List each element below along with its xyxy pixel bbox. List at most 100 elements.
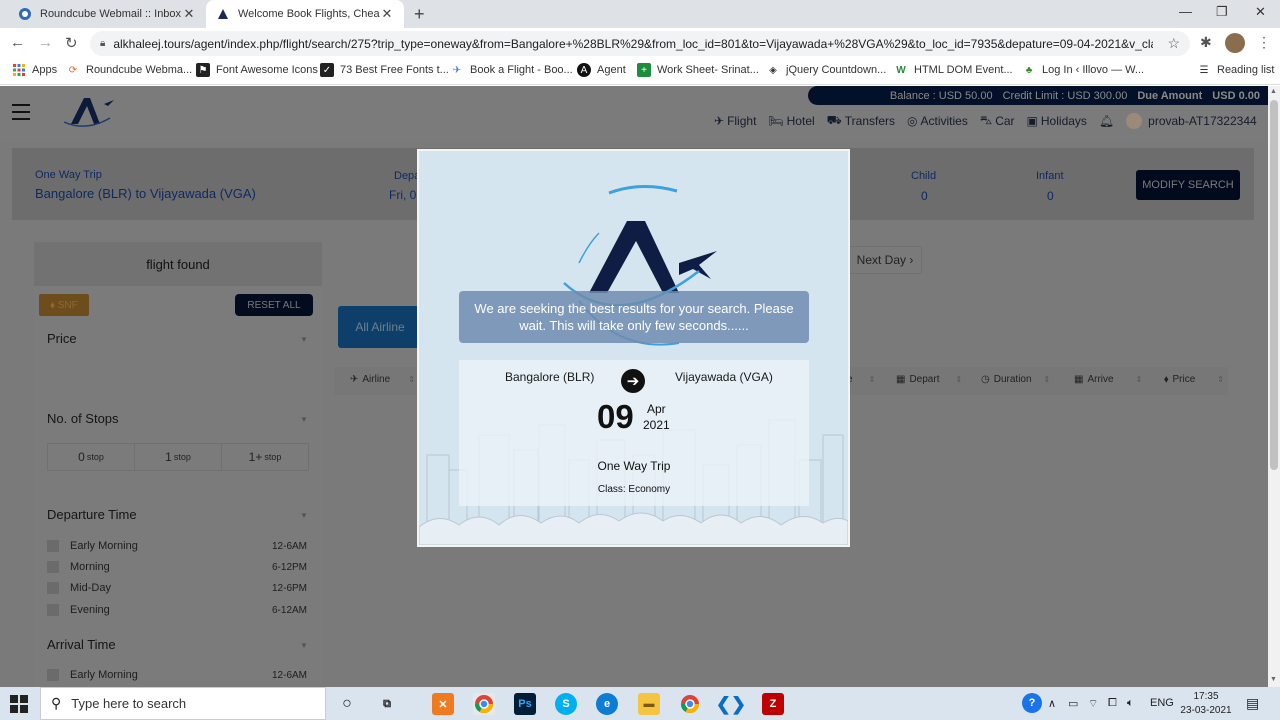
minimize-icon[interactable]: — bbox=[1179, 4, 1192, 19]
xampp-icon[interactable]: ✕ bbox=[432, 693, 454, 715]
bookmark-font-awesome[interactable]: ⚑ Font Awesome Icons bbox=[196, 63, 318, 77]
close-tab-icon[interactable]: ✕ bbox=[380, 6, 394, 22]
departure-evening[interactable]: Evening 6-12AM bbox=[47, 604, 307, 616]
close-window-icon[interactable]: ✕ bbox=[1255, 4, 1266, 20]
stop-option-1plus[interactable]: 1+ stop bbox=[222, 444, 308, 470]
checkbox[interactable] bbox=[47, 669, 59, 681]
nav-transfers[interactable]: ⛟ Transfers bbox=[827, 113, 895, 129]
browser-menu-icon[interactable]: ⋮ bbox=[1257, 34, 1271, 51]
all-airline-tab[interactable]: All Airline bbox=[338, 306, 422, 348]
caret-down-icon[interactable]: ▼ bbox=[300, 511, 308, 520]
bookmark-star-icon[interactable]: ☆ bbox=[1167, 35, 1180, 52]
departure-morning[interactable]: Morning 6-12PM bbox=[47, 561, 307, 573]
wifi-icon[interactable]: ⌔ bbox=[1088, 697, 1098, 711]
tab-roundcube[interactable]: Roundcube Webmail :: Inbox ✕ bbox=[8, 0, 206, 28]
stop-option-0[interactable]: 0 stop bbox=[48, 444, 135, 470]
tray-chevron-icon[interactable]: ∧ bbox=[1048, 697, 1056, 710]
page-scrollbar[interactable]: ▲ ▼ bbox=[1268, 86, 1280, 687]
skype-icon[interactable]: S bbox=[555, 693, 577, 715]
tab-flights[interactable]: Welcome Book Flights, Cheap Ai ✕ bbox=[206, 0, 404, 28]
arrival-early-morning[interactable]: Early Morning 12-6AM bbox=[47, 669, 307, 681]
taskbar-search-input[interactable]: ⚲ Type here to search bbox=[40, 687, 326, 720]
bookmark-agent[interactable]: A Agent bbox=[577, 63, 626, 77]
chrome-icon[interactable] bbox=[473, 693, 495, 715]
nav-hotel[interactable]: 🛏︎ Hotel bbox=[768, 113, 814, 129]
new-tab-icon[interactable]: + bbox=[414, 4, 425, 25]
sort-price[interactable]: ⬧ Price ⇕ bbox=[1164, 374, 1224, 385]
nav-car[interactable]: ⛍ Car bbox=[980, 113, 1015, 129]
notification-bell-icon[interactable]: 🔔︎ bbox=[1099, 113, 1114, 129]
sort-airline[interactable]: ✈ Airline ⇕ bbox=[350, 374, 415, 385]
windows-start-icon[interactable] bbox=[10, 695, 28, 713]
sort-depart[interactable]: ▦ Depart ⇕ bbox=[896, 374, 962, 385]
travel-month: Apr bbox=[647, 402, 666, 416]
close-tab-icon[interactable]: ✕ bbox=[182, 6, 196, 22]
url-text[interactable]: alkhaleej.tours/agent/index.php/flight/s… bbox=[113, 37, 1153, 51]
caret-down-icon[interactable]: ▼ bbox=[300, 415, 308, 424]
nav-activities[interactable]: ◎ Activities bbox=[907, 113, 968, 129]
stops-filter-heading[interactable]: No. of Stops bbox=[47, 411, 119, 426]
network-icon[interactable]: ⧠ bbox=[1108, 697, 1117, 710]
bookmark-illovo[interactable]: ♣ Log In ‹ Illovo — W... bbox=[1022, 63, 1144, 77]
profile-avatar[interactable] bbox=[1225, 33, 1245, 53]
language-indicator[interactable]: ENG bbox=[1150, 697, 1174, 709]
stop-option-1[interactable]: 1 stop bbox=[135, 444, 222, 470]
snf-button[interactable]: ⬧ SNF bbox=[39, 294, 89, 316]
battery-icon[interactable]: ▭ bbox=[1068, 697, 1078, 710]
scroll-up-icon[interactable]: ▲ bbox=[1270, 88, 1277, 95]
extensions-icon[interactable]: ✱ bbox=[1200, 34, 1212, 51]
checkbox[interactable] bbox=[47, 561, 59, 573]
reading-list[interactable]: ☰ Reading list bbox=[1197, 63, 1275, 77]
nav-label: Flight bbox=[727, 114, 757, 128]
bookmark-apps[interactable]: Apps bbox=[12, 63, 57, 77]
edge-icon[interactable]: e bbox=[596, 693, 618, 715]
caret-down-icon[interactable]: ▼ bbox=[300, 641, 308, 650]
price-filter-heading[interactable]: Price bbox=[47, 331, 77, 346]
maximize-icon[interactable]: ❐ bbox=[1216, 4, 1228, 20]
nav-holidays[interactable]: ▣ Holidays bbox=[1027, 113, 1087, 129]
task-view-icon[interactable]: ⧉ bbox=[376, 693, 398, 715]
volume-icon[interactable]: 🔈︎ bbox=[1127, 697, 1134, 710]
checkbox[interactable] bbox=[47, 604, 59, 616]
help-icon[interactable]: ? bbox=[1022, 693, 1042, 713]
forward-icon[interactable]: → bbox=[38, 34, 53, 51]
bookmark-jquery[interactable]: ◈ jQuery Countdown... bbox=[766, 63, 886, 77]
checkbox[interactable] bbox=[47, 540, 59, 552]
nav-flight[interactable]: ✈ Flight bbox=[714, 113, 756, 129]
scroll-down-icon[interactable]: ▼ bbox=[1270, 676, 1277, 683]
arrival-filter-heading[interactable]: Arrival Time bbox=[47, 637, 116, 652]
sort-hidden-column[interactable]: e⇕ bbox=[847, 374, 875, 385]
sort-arrive[interactable]: ▦ Arrive ⇕ bbox=[1074, 374, 1142, 385]
site-logo[interactable] bbox=[56, 92, 116, 134]
chrome-icon[interactable] bbox=[679, 693, 701, 715]
user-menu[interactable]: provab-AT17322344 bbox=[1126, 113, 1257, 129]
reload-icon[interactable]: ↻ bbox=[65, 34, 78, 52]
url-field[interactable]: 🔒︎ alkhaleej.tours/agent/index.php/fligh… bbox=[90, 31, 1190, 56]
scrollbar-thumb[interactable] bbox=[1270, 100, 1278, 470]
file-explorer-icon[interactable]: ▬ bbox=[638, 693, 660, 715]
system-clock[interactable]: 17:35 23-03-2021 bbox=[1176, 690, 1236, 718]
vscode-icon[interactable]: ❮❯ bbox=[716, 693, 746, 715]
departure-filter-heading[interactable]: Departure Time bbox=[47, 507, 137, 522]
filezilla-icon[interactable]: Z bbox=[762, 693, 784, 715]
bookmark-label: Book a Flight - Boo... bbox=[470, 64, 573, 76]
cortana-icon[interactable]: ○ bbox=[336, 693, 358, 715]
bookmark-fonts[interactable]: ✓ 73 Best Free Fonts t... bbox=[320, 63, 449, 77]
bookmark-roundcube[interactable]: ⟳ Roundcube Webma... bbox=[66, 63, 192, 77]
checkbox[interactable] bbox=[47, 582, 59, 594]
caret-down-icon[interactable]: ▼ bbox=[300, 335, 308, 344]
departure-early-morning[interactable]: Early Morning 12-6AM bbox=[47, 540, 307, 552]
departure-mid-day[interactable]: Mid-Day 12-6PM bbox=[47, 582, 307, 594]
modify-search-button[interactable]: MODIFY SEARCH bbox=[1136, 170, 1240, 200]
photoshop-icon[interactable]: Ps bbox=[514, 693, 536, 715]
bookmark-work-sheet[interactable]: + Work Sheet- Srinat... bbox=[637, 63, 759, 77]
bookmark-html-dom[interactable]: W HTML DOM Event... bbox=[894, 63, 1012, 77]
reset-all-button[interactable]: RESET ALL bbox=[235, 294, 313, 316]
stop-count: 1 bbox=[165, 450, 172, 464]
sort-duration[interactable]: ◷ Duration ⇕ bbox=[981, 374, 1050, 385]
notifications-icon[interactable]: ▤ bbox=[1246, 695, 1259, 712]
bookmark-book-flight[interactable]: ✈ Book a Flight - Boo... bbox=[450, 63, 573, 77]
back-icon[interactable]: ← bbox=[10, 34, 25, 51]
next-day-button[interactable]: Next Day › bbox=[848, 246, 922, 274]
hamburger-menu-icon[interactable] bbox=[12, 104, 30, 125]
